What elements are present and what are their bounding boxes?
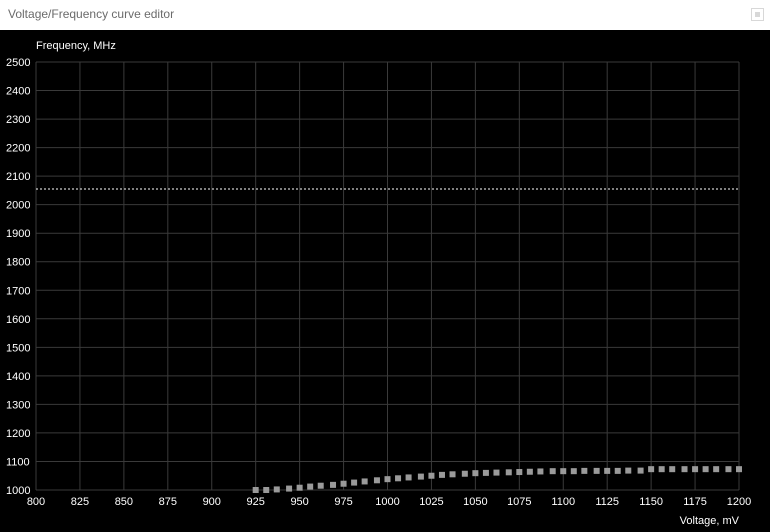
curve-point-handle[interactable]	[537, 468, 544, 475]
x-tick-label: 950	[290, 496, 308, 508]
curve-point-handle[interactable]	[702, 466, 709, 473]
x-tick-label: 850	[115, 496, 133, 508]
y-tick-label: 1500	[6, 342, 30, 354]
curve-point-handle[interactable]	[593, 467, 600, 474]
vf-curve-chart[interactable]: 1000 1100 1200 1300 1400 1500 1600 1700 1800 1900…	[0, 30, 770, 532]
vf-curve-editor-window: Voltage/Frequency curve editor 1000 1100 1…	[0, 0, 770, 532]
curve-point-handle[interactable]	[286, 485, 293, 492]
y-tick-label: 1100	[6, 456, 30, 468]
curve-point-handle[interactable]	[428, 472, 435, 479]
curve-point-handle[interactable]	[317, 482, 324, 489]
curve-point-handle[interactable]	[637, 467, 644, 474]
y-tick-label: 2500	[6, 57, 30, 69]
y-tick-label: 2100	[6, 171, 30, 183]
curve-point-handle[interactable]	[493, 469, 500, 476]
curve-point-handle[interactable]	[736, 466, 742, 473]
x-tick-label: 800	[27, 496, 45, 508]
curve-point-handle[interactable]	[648, 466, 655, 473]
title-bar[interactable]: Voltage/Frequency curve editor	[0, 0, 770, 30]
curve-point-handle[interactable]	[681, 466, 688, 473]
y-tick-label: 2300	[6, 114, 30, 126]
curve-point-handle[interactable]	[472, 470, 479, 477]
plot-background	[0, 30, 770, 532]
x-tick-label: 975	[334, 496, 352, 508]
curve-point-handle[interactable]	[351, 479, 358, 486]
y-tick-label: 1800	[6, 257, 30, 269]
curve-point-handle[interactable]	[373, 477, 380, 484]
window-title: Voltage/Frequency curve editor	[8, 7, 175, 21]
y-tick-label: 1600	[6, 314, 30, 326]
curve-point-handle[interactable]	[658, 466, 665, 473]
y-tick-label: 2400	[6, 86, 30, 98]
x-tick-label: 1025	[419, 496, 443, 508]
x-tick-label: 1175	[683, 496, 707, 508]
curve-point-handle[interactable]	[614, 467, 621, 474]
curve-point-handle[interactable]	[725, 466, 732, 473]
curve-point-handle[interactable]	[692, 466, 699, 473]
curve-point-handle[interactable]	[669, 466, 676, 473]
close-icon	[755, 12, 760, 17]
curve-point-handle[interactable]	[252, 487, 259, 493]
curve-point-handle[interactable]	[581, 467, 588, 474]
curve-point-handle[interactable]	[549, 468, 556, 475]
vf-curve-plot[interactable]: 1000 1100 1200 1300 1400 1500 1600 1700 1800 1900…	[0, 30, 770, 532]
close-button[interactable]	[751, 8, 764, 21]
y-tick-label: 1200	[6, 428, 30, 440]
x-axis-label: Voltage, mV	[680, 515, 740, 527]
x-tick-label: 1100	[551, 496, 575, 508]
x-tick-label: 1150	[639, 496, 663, 508]
y-tick-label: 1400	[6, 371, 30, 383]
curve-point-handle[interactable]	[713, 466, 720, 473]
curve-point-handle[interactable]	[505, 469, 512, 476]
curve-point-handle[interactable]	[263, 487, 270, 493]
curve-point-handle[interactable]	[461, 470, 468, 477]
curve-point-handle[interactable]	[526, 468, 533, 475]
x-tick-label: 1075	[507, 496, 531, 508]
x-tick-label: 925	[247, 496, 265, 508]
curve-point-handle[interactable]	[273, 486, 280, 493]
curve-point-handle[interactable]	[570, 468, 577, 475]
curve-point-handle[interactable]	[361, 478, 368, 485]
curve-point-handle[interactable]	[604, 467, 611, 474]
x-tick-label: 1200	[727, 496, 751, 508]
y-tick-label: 1300	[6, 399, 30, 411]
curve-point-handle[interactable]	[449, 471, 456, 478]
x-tick-label: 1050	[463, 496, 487, 508]
y-tick-label: 1700	[6, 285, 30, 297]
x-tick-label: 875	[159, 496, 177, 508]
curve-point-handle[interactable]	[417, 473, 424, 480]
curve-point-handle[interactable]	[482, 469, 489, 476]
curve-point-handle[interactable]	[516, 469, 523, 476]
curve-point-handle[interactable]	[625, 467, 632, 474]
y-tick-label: 2000	[6, 200, 30, 212]
y-axis-label: Frequency, MHz	[36, 40, 116, 52]
curve-point-handle[interactable]	[560, 468, 567, 475]
y-tick-label: 2200	[6, 143, 30, 155]
curve-point-handle[interactable]	[384, 476, 391, 483]
curve-point-handle[interactable]	[438, 471, 445, 478]
curve-point-handle[interactable]	[405, 474, 412, 481]
curve-point-handle[interactable]	[296, 484, 303, 491]
curve-point-handle[interactable]	[340, 480, 347, 487]
curve-point-handle[interactable]	[330, 481, 337, 488]
y-tick-label: 1900	[6, 228, 30, 240]
curve-point-handle[interactable]	[395, 475, 402, 482]
x-tick-label: 900	[203, 496, 221, 508]
x-tick-label: 1125	[595, 496, 619, 508]
curve-point-handle[interactable]	[307, 483, 314, 490]
x-tick-label: 825	[71, 496, 89, 508]
x-tick-label: 1000	[375, 496, 399, 508]
